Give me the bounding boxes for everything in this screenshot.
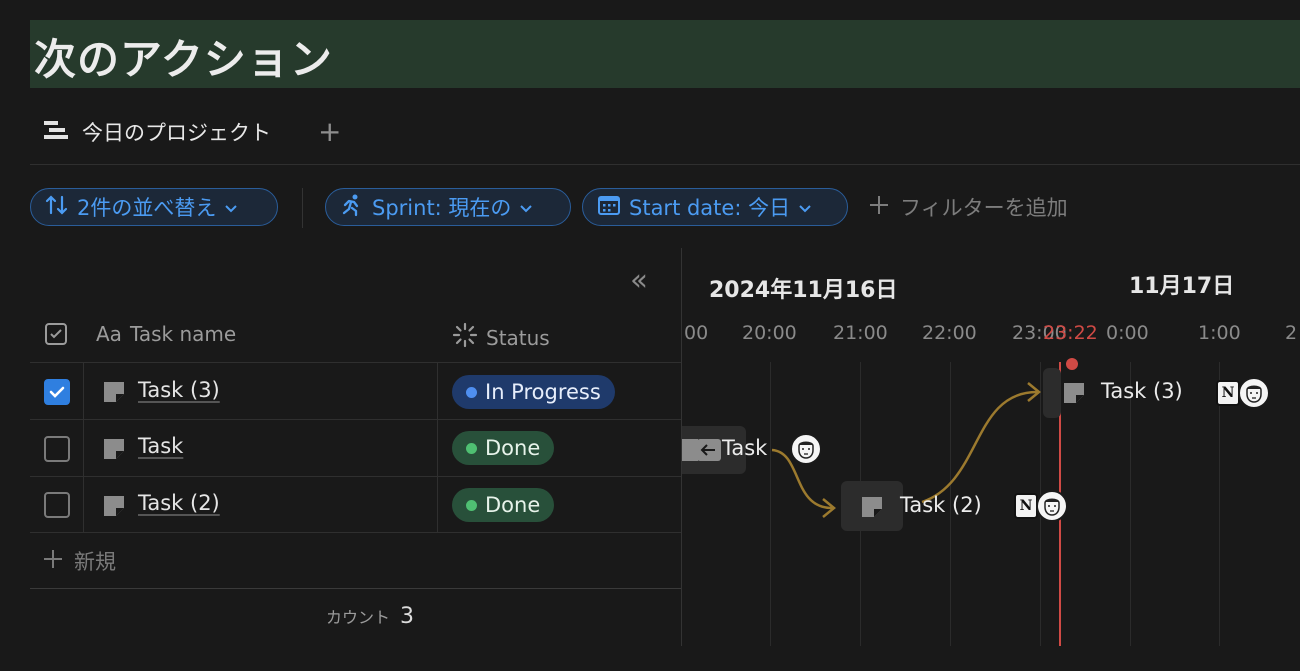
row-divider (30, 362, 682, 363)
view-tab-label: 今日のプロジェクト (82, 121, 271, 145)
status-dot (466, 499, 477, 511)
status-badge-done[interactable]: Done (452, 488, 555, 522)
count-value: 3 (400, 604, 415, 629)
row-count: カウント 3 (326, 604, 414, 629)
timeline-item-label[interactable]: Task (722, 436, 767, 460)
status-badge-in-progress[interactable]: In Progress (452, 375, 615, 409)
status-badge-label: In Progress (485, 380, 601, 404)
sprint-filter-pill[interactable]: Sprint: 現在の (325, 188, 571, 226)
checkbox-icon (44, 322, 68, 351)
checkbox-column-header[interactable] (44, 322, 68, 351)
page-title[interactable]: 次のアクション (34, 26, 333, 87)
column-divider (83, 362, 84, 532)
divider (30, 164, 1300, 165)
collapse-table-button[interactable]: ‹‹ (630, 266, 648, 296)
status-dot (466, 442, 477, 454)
new-row-button[interactable]: 新規 (42, 546, 116, 576)
plus-icon (868, 194, 890, 221)
user-avatar-icon[interactable] (790, 433, 822, 465)
task-name-column-header[interactable]: Aa Task name (96, 322, 236, 346)
row-checkbox[interactable] (44, 436, 70, 462)
start-date-filter-pill[interactable]: Start date: 今日 (582, 188, 848, 226)
timeline-tick: 00 (684, 322, 709, 344)
filter-separator (302, 188, 303, 228)
timeline-item-label[interactable]: Task (3) (1101, 379, 1183, 403)
task-name-cell[interactable]: Task (3) (138, 378, 220, 402)
row-divider (30, 476, 682, 477)
row-divider (30, 419, 682, 420)
timeline-tick: 1:00 (1198, 322, 1241, 344)
page-icon (860, 495, 884, 523)
task-name-cell[interactable]: Task (2) (138, 491, 220, 515)
add-filter-label: フィルターを追加 (900, 196, 1068, 220)
notion-logo-icon: N (1014, 493, 1038, 519)
sort-pill[interactable]: 2件の並べ替え (30, 188, 278, 226)
sprint-filter-label: Sprint: 現在の (372, 196, 512, 220)
sort-pill-label: 2件の並べ替え (77, 196, 217, 220)
timeline-view-icon (42, 119, 70, 146)
chevron-down-icon (798, 195, 812, 219)
task-name-header-label: Task name (129, 322, 237, 346)
status-header-label: Status (486, 325, 550, 350)
add-view-button[interactable]: + (318, 116, 341, 148)
scroll-to-item-button[interactable] (697, 439, 721, 461)
user-avatar-icon[interactable] (1238, 377, 1270, 409)
timeline-tick: 20:00 (742, 322, 797, 344)
status-badge-label: Done (485, 493, 541, 517)
current-time-dot (1066, 358, 1078, 370)
chevron-down-icon (224, 195, 238, 219)
status-badge-label: Done (485, 436, 541, 460)
sort-arrows-icon (45, 194, 69, 221)
timeline-tick: 2 (1285, 322, 1298, 344)
status-badge-done[interactable]: Done (452, 431, 555, 465)
calendar-icon (597, 194, 621, 221)
page-icon (102, 380, 126, 408)
task-name-cell[interactable]: Task (138, 434, 183, 458)
timeline-bar[interactable] (1043, 368, 1061, 418)
title-property-icon: Aa (96, 322, 122, 346)
new-row-label: 新規 (74, 550, 116, 574)
plus-icon (42, 548, 64, 575)
timeline-tick: 22:00 (922, 322, 977, 344)
user-avatar-icon[interactable] (1036, 490, 1068, 522)
page-icon (682, 439, 698, 465)
status-dot (466, 386, 477, 398)
chevron-down-icon (519, 195, 533, 219)
timeline-tick: 21:00 (833, 322, 888, 344)
timeline-tick: 0:00 (1106, 322, 1149, 344)
dependency-arrow (921, 390, 1038, 504)
page-icon (102, 437, 126, 465)
view-tab-today-projects[interactable]: 今日のプロジェクト (42, 116, 271, 148)
row-checkbox[interactable] (44, 492, 70, 518)
row-checkbox[interactable] (44, 379, 70, 405)
row-divider (30, 532, 682, 533)
add-filter-button[interactable]: フィルターを追加 (868, 190, 1068, 224)
status-column-header[interactable]: Status (452, 322, 550, 353)
column-divider (437, 362, 438, 532)
count-label: カウント (326, 608, 391, 627)
timeline-date-primary: 2024年11月16日 (709, 278, 898, 303)
page-icon (102, 494, 126, 522)
current-time-label: 23:22 (1043, 322, 1098, 344)
start-date-filter-label: Start date: 今日 (629, 196, 791, 220)
page-icon (1062, 381, 1086, 409)
running-person-icon (340, 193, 364, 222)
status-spinner-icon (452, 322, 478, 353)
table-footer-divider (30, 588, 682, 589)
dependency-arrows (771, 382, 1041, 518)
notion-logo-icon: N (1216, 380, 1240, 406)
timeline-item-label[interactable]: Task (2) (900, 493, 982, 517)
timeline-date-secondary: 11月17日 (1129, 274, 1235, 299)
